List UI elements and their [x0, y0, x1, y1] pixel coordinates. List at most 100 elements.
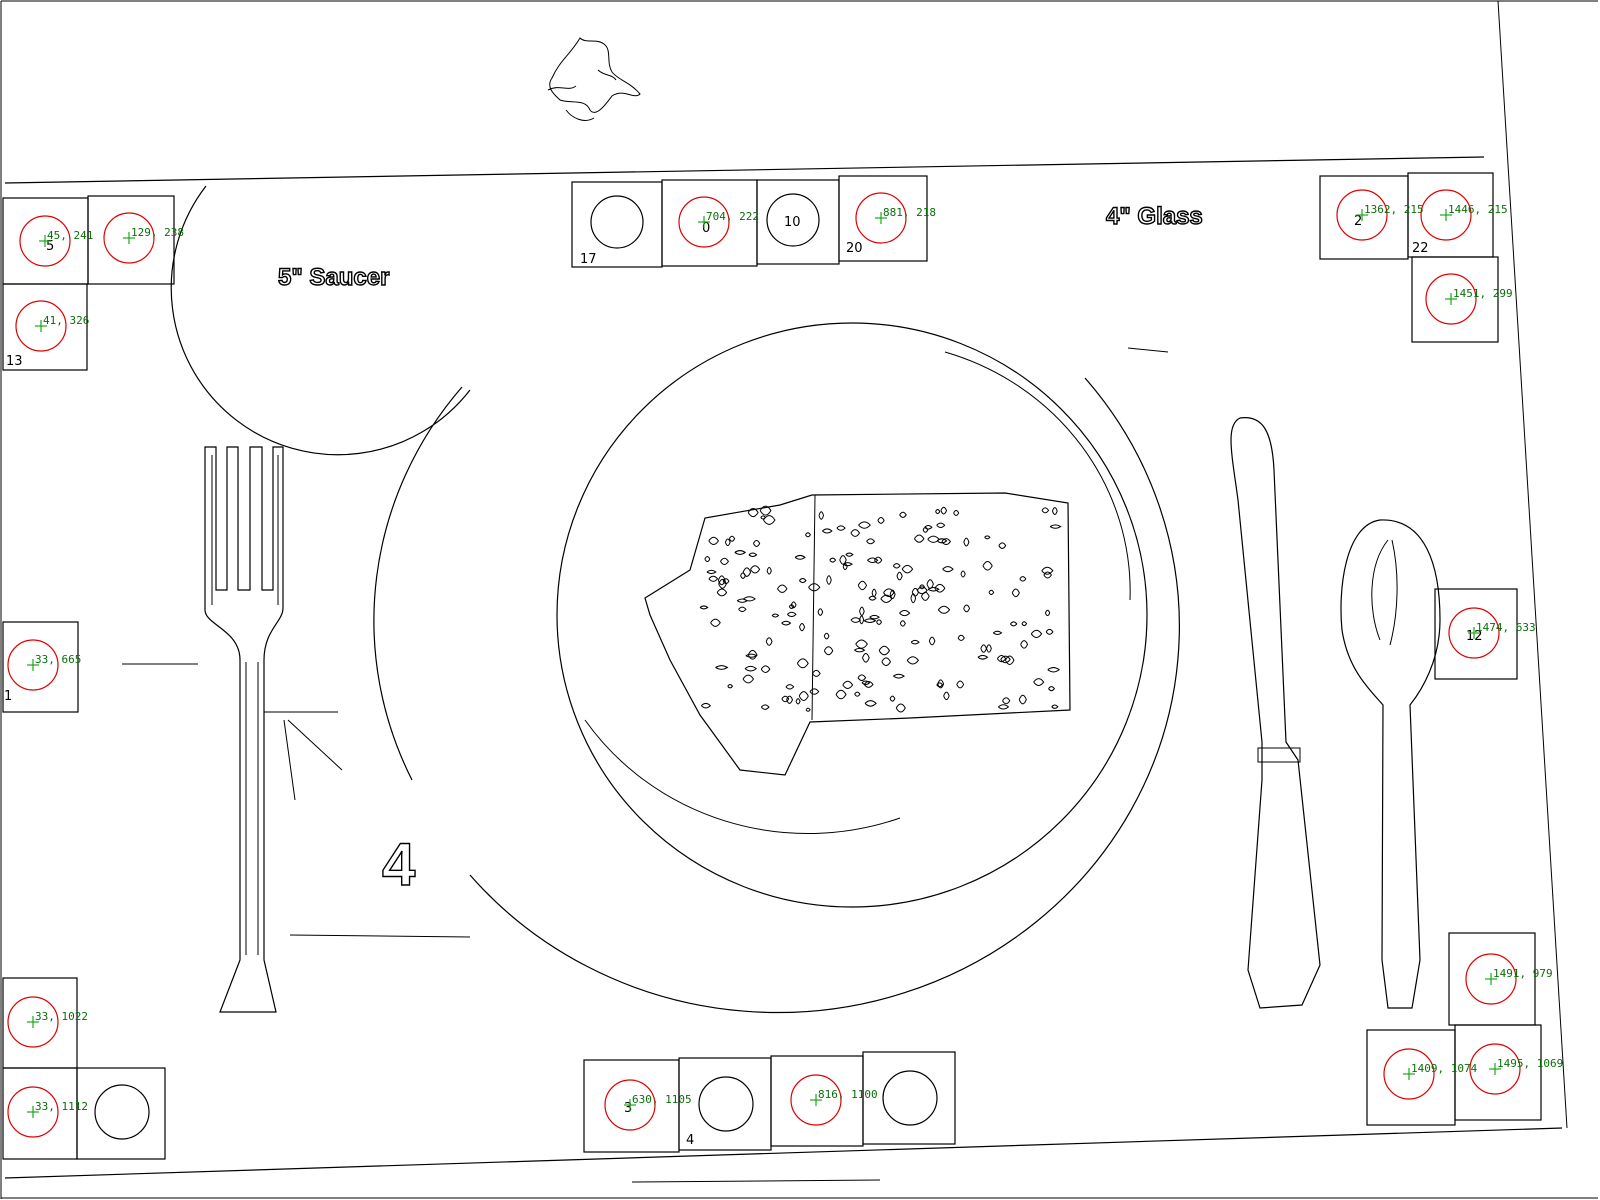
cake-crumb: [1049, 524, 1062, 529]
marker-coord-label: 41, 326: [43, 314, 89, 327]
cake-crumb: [998, 704, 1010, 710]
cake-crumb: [935, 509, 941, 515]
cake-crumb: [864, 700, 877, 707]
cake-crumb: [829, 557, 837, 563]
misc-edge-lines: [122, 347, 1169, 1183]
cake-crumb: [818, 511, 825, 520]
detected-markers: 45, 241 129, 23841, 326704, 222 881, 218 13…: [7, 189, 1563, 1138]
cake-crumb: [826, 575, 832, 585]
cake-crumb: [1048, 686, 1055, 692]
cake-crumb: [742, 567, 752, 577]
marker: 1451, 299: [1425, 273, 1513, 325]
cake-crumb: [943, 691, 950, 701]
cake-crumb: [750, 565, 761, 574]
marker: 704, 222: [678, 196, 759, 248]
cake-crumb: [914, 534, 925, 543]
cake-crumb: [1044, 609, 1051, 617]
frame-edges: [0, 0, 1598, 1199]
cake-crumb: [748, 552, 758, 558]
cake-crumb: [857, 674, 867, 681]
cake-crumb: [724, 538, 731, 547]
cake-crumb: [869, 614, 880, 620]
cake-crumb: [760, 704, 770, 710]
cake-crumb: [787, 611, 797, 618]
cake-crumb: [765, 637, 773, 646]
cake-crumb: [859, 606, 865, 616]
cake-crumb: [942, 566, 954, 573]
cake-slice: [644, 492, 1071, 776]
marker-coord-label: 1409, 1074: [1411, 1062, 1478, 1075]
cake-crumb: [899, 610, 911, 617]
cake-crumb: [1002, 697, 1011, 705]
marker-coord-label: 33, 665: [35, 653, 81, 666]
cake-crumb: [835, 689, 847, 700]
marker-coord-label: 816, 1100: [818, 1088, 878, 1101]
cake-crumb: [1051, 507, 1058, 515]
cake-crumb: [1011, 588, 1020, 598]
tile-bottom-right-2: [1366, 1029, 1456, 1126]
cake-crumb: [863, 618, 877, 623]
cake-crumb: [857, 580, 868, 591]
cake-crumb: [798, 691, 809, 701]
marker-coord-label: 1495, 1069: [1497, 1057, 1563, 1070]
cake-crumb: [896, 571, 903, 581]
cake-crumb: [781, 695, 790, 703]
tile-bottom-left-1: [2, 977, 78, 1069]
cake-crumb: [895, 703, 906, 713]
cake-texture: [699, 505, 1062, 713]
cake-crumb: [708, 536, 720, 545]
cake-crumb: [822, 528, 833, 534]
cake-crumb: [794, 554, 806, 560]
cake-crumb: [893, 673, 905, 679]
cake-crumb: [704, 556, 711, 563]
cake-crumb: [743, 596, 756, 602]
cake-crumb: [809, 688, 820, 695]
marker-coord-label: 630, 1105: [632, 1093, 692, 1106]
tile-number: 1: [4, 689, 12, 704]
cake-crumb: [760, 515, 767, 520]
cake-crumb: [850, 529, 861, 537]
cake-crumb: [892, 563, 901, 569]
fiducial-tiles: 17 0 10 20 5 13 1 2 22 12 3 4: [2, 172, 1542, 1160]
cake-crumb: [708, 575, 719, 582]
tile-top-left-2: [87, 195, 175, 285]
marker-coord-label: 45, 241: [47, 229, 93, 242]
cake-crumb: [842, 680, 854, 689]
cake-crumb: [1020, 640, 1029, 649]
marker-coord-label: 881, 218: [883, 206, 936, 219]
cake-crumb: [1047, 667, 1061, 673]
cake-crumb: [927, 586, 940, 592]
tile-bottom-left-3: [76, 1067, 166, 1160]
cake-crumb: [921, 591, 930, 601]
cake-crumb: [927, 535, 940, 543]
marker: 1491, 979: [1465, 953, 1553, 1005]
glass-label: 4" Glass: [1106, 203, 1203, 230]
marker-coord-label: 33, 1022: [35, 1010, 88, 1023]
tile-bottom-center-3: [770, 1055, 864, 1147]
cake-crumb: [700, 702, 712, 709]
cake-crumb: [984, 535, 991, 540]
cake-crumb: [889, 695, 896, 702]
tile-bottom-left-2: [2, 1067, 78, 1160]
edge-detection-canvas: 5" Saucer 4" Glass 4 17 0 10 20 5 13 1 2…: [0, 0, 1598, 1199]
cake-crumb: [850, 617, 862, 623]
cake-crumb: [781, 620, 792, 626]
cake-crumb: [823, 632, 830, 640]
cake-crumb: [960, 570, 966, 578]
cake-crumb: [817, 608, 824, 616]
cake-crumb: [699, 605, 709, 610]
cake-crumb: [715, 665, 729, 670]
cake-crumb: [716, 588, 728, 597]
marker-coord-label: 704, 222: [706, 210, 759, 223]
tile-number: 4: [686, 1133, 694, 1148]
cake-crumb: [836, 525, 846, 531]
cake-crumb: [805, 707, 811, 712]
cake-crumb: [1030, 629, 1043, 638]
cake-crumb: [953, 509, 960, 516]
cake-crumb: [753, 540, 761, 547]
cake-crumb: [760, 665, 771, 673]
marker: 881, 218: [855, 192, 936, 244]
cake-crumb: [868, 595, 877, 601]
cake-crumb: [980, 644, 987, 653]
cake-crumb: [867, 557, 879, 564]
